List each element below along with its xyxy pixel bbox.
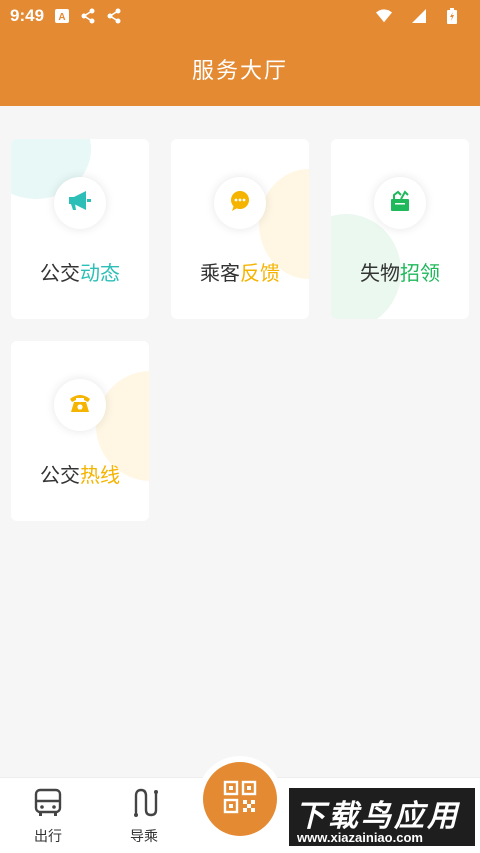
svg-text:A: A: [58, 12, 65, 23]
page-header: 服务大厅: [0, 32, 480, 106]
bus-icon: [32, 788, 64, 822]
telephone-icon: [69, 393, 91, 417]
icon-circle: [54, 379, 106, 431]
card-label-prefix: 乘客: [200, 261, 240, 285]
card-label: 公交动态: [11, 257, 149, 286]
watermark-url: www.xiazainiao.com: [297, 830, 423, 845]
card-label: 公交热线: [11, 459, 149, 488]
megaphone-icon: [68, 190, 92, 216]
card-bus-status[interactable]: 公交动态: [11, 139, 149, 319]
scan-qr-button[interactable]: [203, 762, 277, 836]
share-icon: [80, 8, 96, 24]
card-label-highlight: 招领: [400, 261, 440, 285]
card-label-highlight: 动态: [80, 261, 120, 285]
a-icon: A: [54, 8, 70, 24]
card-label: 乘客反馈: [171, 257, 309, 286]
tab-travel[interactable]: 出行: [16, 788, 80, 846]
card-bus-hotline[interactable]: 公交热线: [11, 341, 149, 521]
card-label-prefix: 失物: [360, 261, 400, 285]
tab-guide[interactable]: 导乘: [112, 788, 176, 846]
status-time: 9:49: [10, 6, 45, 25]
route-icon: [128, 788, 160, 822]
chat-bubble-icon: [229, 190, 251, 216]
wifi-icon: [376, 8, 392, 24]
battery-icon: [444, 8, 460, 24]
watermark-title: 下载鸟应用: [295, 799, 460, 834]
tab-label: 出行: [34, 829, 62, 845]
qr-code-icon: [223, 780, 257, 818]
share-icon: [106, 8, 122, 24]
card-label-prefix: 公交: [40, 261, 80, 285]
card-label-prefix: 公交: [40, 463, 80, 487]
lost-found-bag-icon: [389, 190, 411, 216]
watermark: 下载鸟应用 www.xiazainiao.com: [287, 786, 477, 848]
card-label-highlight: 热线: [80, 463, 120, 487]
card-lost-and-found[interactable]: 失物招领: [331, 139, 469, 319]
icon-circle: [54, 177, 106, 229]
signal-icon: [410, 8, 426, 24]
tab-label: 导乘: [130, 829, 158, 845]
card-passenger-feedback[interactable]: 乘客反馈: [171, 139, 309, 319]
status-bar: 9:49 A: [0, 0, 480, 32]
icon-circle: [374, 177, 426, 229]
icon-circle: [214, 177, 266, 229]
card-label-highlight: 反馈: [240, 261, 280, 285]
page-title: 服务大厅: [191, 59, 288, 84]
card-label: 失物招领: [331, 257, 469, 286]
